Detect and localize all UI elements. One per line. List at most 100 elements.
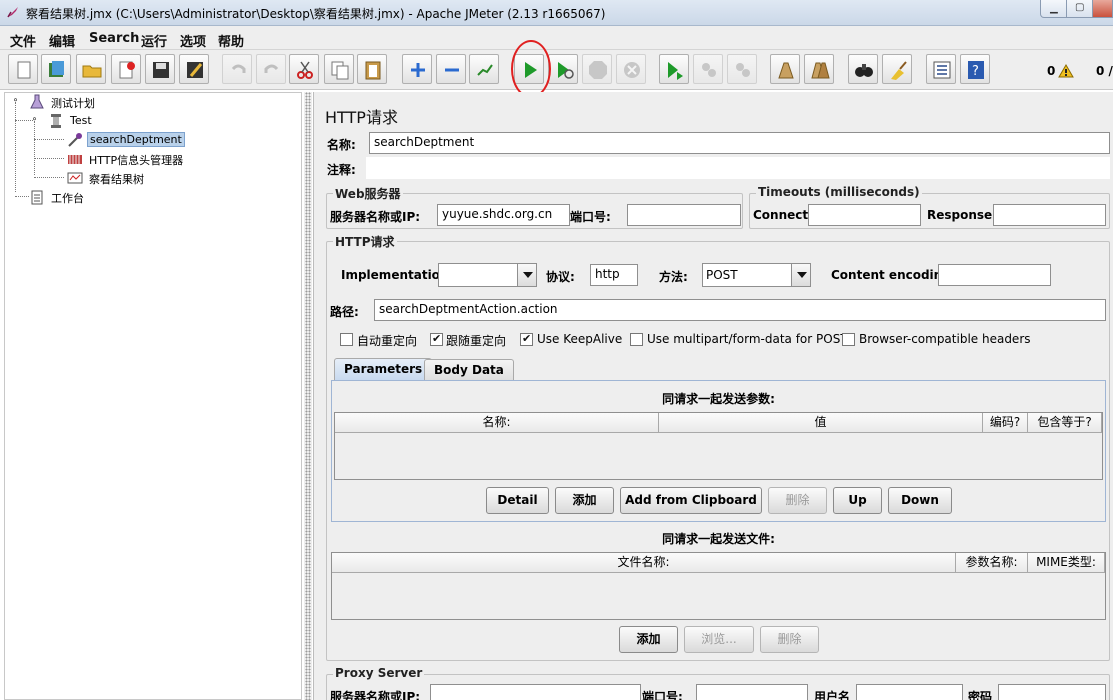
tab-body-data[interactable]: Body Data	[424, 359, 514, 381]
tree-toggle-icon[interactable]: ⚬	[11, 97, 20, 106]
encoding-field[interactable]	[938, 264, 1051, 286]
comment-label: 注释:	[327, 163, 356, 177]
help-icon: ?	[968, 61, 984, 79]
connect-label: Connect:	[753, 208, 813, 222]
paste-button[interactable]	[357, 54, 387, 84]
search-button[interactable]	[848, 54, 878, 84]
toggle-button[interactable]	[469, 54, 499, 84]
timeouts-title: Timeouts (milliseconds)	[756, 185, 922, 199]
menu-edit[interactable]: 编辑	[49, 31, 75, 50]
detail-button[interactable]: Detail	[486, 487, 549, 514]
redo-icon	[264, 64, 279, 73]
result-tree-icon	[67, 172, 83, 184]
remote-stop-button[interactable]	[693, 54, 723, 84]
comment-field[interactable]	[366, 157, 1110, 179]
menu-run[interactable]: 运行	[141, 31, 167, 50]
cut-icon	[297, 61, 313, 79]
delete-file-button[interactable]: 删除	[760, 626, 819, 653]
column-header-mime-type[interactable]: MIME类型:	[1028, 553, 1105, 573]
stop-icon	[589, 61, 607, 79]
redo-button[interactable]	[256, 54, 286, 84]
params-table[interactable]: 名称: 值 编码? 包含等于?	[334, 412, 1103, 480]
test-plan-tree: ⚬ ⚬ 测试计划 Test searchDeptment HTTP信息头管理器 …	[4, 92, 302, 700]
down-button[interactable]: Down	[888, 487, 952, 514]
method-select[interactable]: POST	[702, 263, 811, 287]
port-field[interactable]	[627, 204, 741, 226]
shutdown-button[interactable]	[616, 54, 646, 84]
function-helper-button[interactable]	[926, 54, 956, 84]
help-button[interactable]: ?	[960, 54, 990, 84]
menu-search[interactable]: Search	[89, 31, 139, 46]
undo-button[interactable]	[222, 54, 252, 84]
minimize-button[interactable]: ▁	[1040, 0, 1067, 18]
close-window-button[interactable]	[1092, 0, 1113, 18]
proxy-port-field[interactable]	[696, 684, 808, 700]
browser-headers-checkbox[interactable]	[842, 333, 855, 346]
splitter[interactable]	[304, 92, 312, 700]
open-icon	[82, 65, 102, 78]
column-header-value[interactable]: 值	[659, 413, 983, 433]
up-button[interactable]: Up	[833, 487, 882, 514]
path-label: 路径:	[330, 305, 359, 319]
proxy-password-label: 密码	[968, 690, 993, 700]
save-as-icon	[187, 62, 203, 78]
tab-parameters[interactable]: Parameters	[334, 358, 433, 381]
column-header-name[interactable]: 名称:	[335, 413, 659, 433]
new-button[interactable]	[8, 54, 38, 84]
column-header-param-name[interactable]: 参数名称:	[956, 553, 1028, 573]
maximize-button[interactable]: ▢	[1066, 0, 1093, 18]
connect-field[interactable]	[808, 204, 921, 226]
reset-search-button[interactable]	[882, 54, 912, 84]
protocol-field[interactable]: http	[590, 264, 638, 286]
delete-param-button[interactable]: 删除	[768, 487, 827, 514]
spool-icon	[51, 114, 61, 128]
files-title: 同请求一起发送文件:	[662, 532, 775, 546]
clear-all-button[interactable]	[804, 54, 834, 84]
open-button[interactable]	[76, 54, 106, 84]
proxy-password-field[interactable]	[998, 684, 1106, 700]
clear-button[interactable]	[770, 54, 800, 84]
templates-button[interactable]	[41, 54, 71, 84]
column-header-file-name[interactable]: 文件名称:	[332, 553, 956, 573]
files-table[interactable]: 文件名称: 参数名称: MIME类型:	[331, 552, 1106, 620]
auto-redirect-checkbox[interactable]	[340, 333, 353, 346]
add-file-button[interactable]: 添加	[619, 626, 678, 653]
column-header-include-equals[interactable]: 包含等于?	[1028, 413, 1102, 433]
start-button[interactable]	[514, 54, 544, 84]
warning-icon	[1058, 64, 1074, 78]
page-title: HTTP请求	[325, 108, 398, 127]
menu-help[interactable]: 帮助	[218, 31, 244, 50]
menu-file[interactable]: 文件	[10, 31, 36, 50]
proxy-server-field[interactable]	[430, 684, 641, 700]
server-field[interactable]: yuyue.shdc.org.cn	[437, 204, 570, 226]
proxy-user-field[interactable]	[856, 684, 963, 700]
add-from-clipboard-button[interactable]: Add from Clipboard	[620, 487, 762, 514]
tree-toggle-icon[interactable]: ⚬	[30, 116, 39, 125]
path-field[interactable]: searchDeptmentAction.action	[374, 299, 1106, 321]
save-button[interactable]	[145, 54, 175, 84]
browse-button[interactable]: 浏览...	[684, 626, 754, 653]
expand-all-button[interactable]	[402, 54, 432, 84]
add-param-button[interactable]: 添加	[555, 487, 614, 514]
clear-all-icon	[811, 62, 830, 79]
remote-shutdown-button[interactable]	[727, 54, 757, 84]
cut-button[interactable]	[289, 54, 319, 84]
collapse-all-button[interactable]	[436, 54, 466, 84]
start-no-timers-button[interactable]	[548, 54, 578, 84]
remote-start-button[interactable]	[659, 54, 689, 84]
follow-redirect-checkbox[interactable]	[430, 332, 443, 346]
close-button[interactable]	[111, 54, 141, 84]
save-as-button[interactable]	[179, 54, 209, 84]
start-icon	[525, 62, 537, 78]
server-label: 服务器名称或IP:	[330, 210, 421, 224]
keepalive-checkbox[interactable]	[520, 332, 533, 346]
copy-button[interactable]	[324, 54, 354, 84]
implementation-select[interactable]	[438, 263, 537, 287]
stop-button[interactable]	[582, 54, 612, 84]
response-field[interactable]	[993, 204, 1106, 226]
encoding-label: Content encoding:	[831, 268, 956, 282]
multipart-checkbox[interactable]	[630, 333, 643, 346]
menu-options[interactable]: 选项	[180, 31, 206, 50]
column-header-encode[interactable]: 编码?	[983, 413, 1028, 433]
name-field[interactable]: searchDeptment	[369, 132, 1110, 154]
